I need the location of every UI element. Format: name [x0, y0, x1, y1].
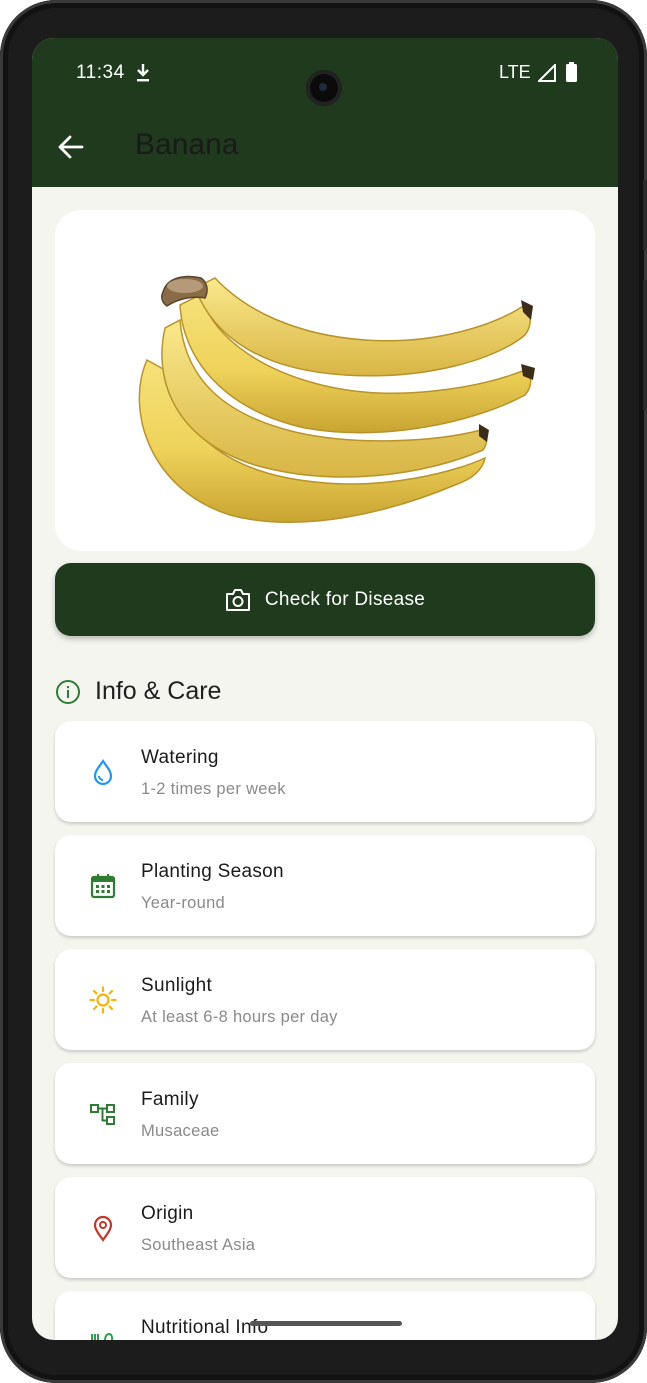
- check-disease-label: Check for Disease: [264, 588, 426, 610]
- info-card-planting-season[interactable]: Planting Season Year-round: [55, 835, 595, 936]
- volume-button: [643, 180, 647, 250]
- info-value: 1-2 times per week: [141, 780, 286, 798]
- info-title: Nutritional Info: [141, 1317, 269, 1338]
- info-value: At least 6-8 hours per day: [141, 1008, 338, 1026]
- home-indicator[interactable]: [250, 1321, 402, 1326]
- info-title: Planting Season: [141, 861, 284, 882]
- battery-icon: [566, 62, 577, 82]
- info-value: Musaceae: [141, 1122, 220, 1140]
- info-title: Sunlight: [141, 975, 213, 996]
- camera-icon: [225, 588, 250, 611]
- nutrition-icon: [91, 1333, 114, 1340]
- section-header: Info & Care: [55, 677, 221, 706]
- info-title: Family: [141, 1089, 199, 1110]
- download-icon: [137, 64, 149, 82]
- info-card-watering[interactable]: Watering 1-2 times per week: [55, 721, 595, 822]
- screen: 11:34 LTE Banana Check for Disease Info …: [32, 38, 618, 1340]
- info-title: Watering: [141, 747, 219, 768]
- info-title: Origin: [141, 1203, 194, 1224]
- info-card-nutritional-info[interactable]: Nutritional Info: [55, 1291, 595, 1340]
- page-title: Banana: [135, 128, 239, 161]
- info-value: Year-round: [141, 894, 226, 912]
- calendar-icon: [90, 874, 116, 899]
- info-card-origin[interactable]: Origin Southeast Asia: [55, 1177, 595, 1278]
- status-time: 11:34: [76, 62, 125, 83]
- water-drop-icon: [93, 759, 113, 786]
- family-tree-icon: [90, 1104, 115, 1125]
- phone-frame: 11:34 LTE Banana Check for Disease Info …: [0, 0, 647, 1383]
- app-bar: 11:34 LTE Banana: [32, 38, 618, 187]
- banana-illustration: [138, 275, 535, 524]
- info-value: Southeast Asia: [141, 1236, 256, 1254]
- sun-icon: [89, 986, 117, 1014]
- network-type: LTE: [499, 62, 531, 82]
- signal-icon: [538, 64, 556, 82]
- section-title: Info & Care: [95, 677, 222, 705]
- plant-image: [55, 210, 595, 551]
- info-card-sunlight[interactable]: Sunlight At least 6-8 hours per day: [55, 949, 595, 1050]
- arrow-left-icon[interactable]: [56, 132, 86, 162]
- info-circle-icon: [56, 679, 80, 704]
- front-camera: [306, 70, 342, 106]
- info-card-family[interactable]: Family Musaceae: [55, 1063, 595, 1164]
- status-bar: 11:34 LTE: [32, 54, 618, 106]
- check-disease-button[interactable]: Check for Disease: [55, 563, 595, 636]
- power-button: [643, 280, 647, 410]
- location-pin-icon: [93, 1215, 113, 1242]
